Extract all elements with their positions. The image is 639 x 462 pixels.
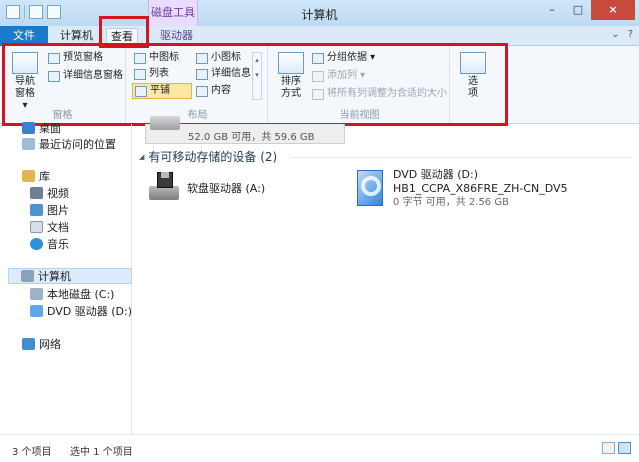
file-list: 52.0 GB 可用，共 59.6 GB ◢ 有可移动存储的设备 (2) 软盘驱… [133,116,639,434]
sidebar-item-label: 图片 [47,204,69,217]
dvd-disc-icon [353,168,387,210]
device-volume-label: HB1_CCPA_X86FRE_ZH-CN_DV5 [393,182,568,195]
desktop-icon [22,122,35,134]
sidebar-item-pictures[interactable]: 图片 [30,202,69,218]
navigation-pane: 桌面 最近访问的位置 库 视频 图片 文档 音乐 计算机 本地磁盘 (C:) D… [0,122,132,434]
device-capacity: 0 字节 可用，共 2.56 GB [393,197,509,208]
sidebar-item-label: 视频 [47,187,69,200]
documents-icon [30,221,43,233]
minimize-ribbon-icon[interactable]: ⌄ [611,29,619,40]
section-removable-storage[interactable]: ◢ 有可移动存储的设备 (2) [139,148,277,165]
status-bar: 3 个项目 选中 1 个项目 [0,434,639,462]
sidebar-item-recent[interactable]: 最近访问的位置 [22,136,116,152]
collapse-icon: ◢ [139,152,145,161]
device-name: 软盘驱动器 (A:) [187,182,266,195]
ribbon-right-controls: ⌄ ? [611,29,633,40]
sidebar-item-network[interactable]: 网络 [22,336,61,352]
music-icon [30,238,43,250]
section-title: 有可移动存储的设备 (2) [148,150,278,164]
sidebar-item-label: 库 [39,170,50,183]
dvd-drive-icon [30,305,43,317]
sidebar-item-label: 计算机 [38,270,71,283]
sidebar-item-documents[interactable]: 文档 [30,219,69,235]
sidebar-item-libraries[interactable]: 库 [22,168,50,184]
computer-icon [21,270,34,282]
maximize-button[interactable]: □ [565,0,591,20]
network-icon [22,338,35,350]
sidebar-item-label: 网络 [39,338,61,351]
device-floppy-drive[interactable]: 软盘驱动器 (A:) [147,170,265,204]
sidebar-item-computer[interactable]: 计算机 [8,268,132,284]
libraries-icon [22,170,35,182]
sidebar-item-videos[interactable]: 视频 [30,185,69,201]
sidebar-item-music[interactable]: 音乐 [30,236,69,252]
sidebar-item-dvd-drive[interactable]: DVD 驱动器 (D:) HI [30,303,132,319]
hard-drive-icon [150,116,180,130]
minimize-button[interactable]: – [539,0,565,20]
item-count: 3 个项目 [12,447,52,458]
window-controls: – □ × [539,0,635,20]
sidebar-item-label: 文档 [47,221,69,234]
help-icon[interactable]: ? [628,29,633,40]
sidebar-item-label: 音乐 [47,238,69,251]
highlight-view-ribbon [2,43,508,126]
title-bar: 磁盘工具 计算机 – □ × [0,0,639,26]
local-disk-tile[interactable]: 52.0 GB 可用，共 59.6 GB [145,116,345,144]
section-divider [291,157,631,158]
view-switcher [602,442,631,454]
large-icons-view-icon[interactable] [618,442,631,454]
local-disk-icon [30,288,43,300]
videos-icon [30,187,43,199]
device-name: DVD 驱动器 (D:) [393,168,479,181]
close-button[interactable]: × [591,0,635,20]
sidebar-item-desktop[interactable]: 桌面 [22,120,61,136]
details-view-icon[interactable] [602,442,615,454]
selected-count: 选中 1 个项目 [70,447,133,458]
recent-places-icon [22,138,35,150]
sidebar-item-label: 最近访问的位置 [39,138,116,151]
sidebar-item-label: DVD 驱动器 (D:) HI [47,305,132,318]
device-dvd-drive[interactable]: DVD 驱动器 (D:) HB1_CCPA_X86FRE_ZH-CN_DV5 0… [353,168,568,210]
pictures-icon [30,204,43,216]
local-disk-info: 52.0 GB 可用，共 59.6 GB [188,132,315,143]
sidebar-item-label: 本地磁盘 (C:) [47,288,115,301]
floppy-drive-icon [147,170,181,204]
sidebar-item-local-disk[interactable]: 本地磁盘 (C:) [30,286,114,302]
sidebar-item-label: 桌面 [39,122,61,135]
